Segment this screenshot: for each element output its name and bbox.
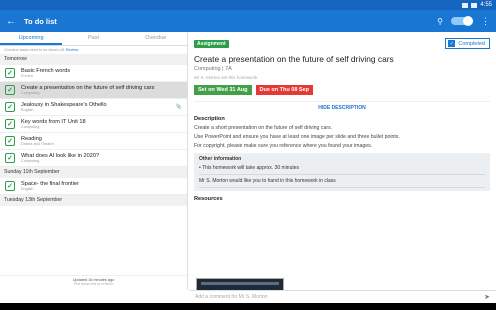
completed-label: Completed <box>458 40 485 47</box>
hide-description-button[interactable]: HIDE DESCRIPTION <box>194 101 490 111</box>
more-options-icon[interactable]: ⋮ <box>481 16 490 27</box>
checkbox-checked-icon[interactable]: ✓ <box>5 136 15 146</box>
show-completed-toggle[interactable] <box>451 16 473 26</box>
item-subject: Computing <box>21 91 40 95</box>
item-subject: English <box>21 187 34 191</box>
toggle-knob <box>463 16 473 26</box>
list-item[interactable]: ✓ Jealousy in Shakespeare's Othello Engl… <box>0 99 187 116</box>
resources-heading: Resources <box>194 196 223 202</box>
search-icon[interactable]: ⚲ <box>437 17 443 26</box>
homework-title: Create a presentation on the future of s… <box>194 54 394 64</box>
list-item[interactable]: ✓ What does AI look like in 2020? Comput… <box>0 150 187 167</box>
system-nav-bar <box>0 303 496 310</box>
thumbnail-bar <box>201 282 279 285</box>
list-item[interactable]: ✓ Key words from IT Unit 18 Computing <box>0 116 187 133</box>
back-arrow-icon[interactable]: ← <box>6 16 20 27</box>
section-header: Sunday 11th September <box>0 167 187 178</box>
notice-text: Overdue tasks need to be ticked off. <box>4 48 65 52</box>
checkbox-checked-icon[interactable]: ✓ <box>5 85 15 95</box>
checkbox-checked-icon[interactable]: ✓ <box>5 181 15 191</box>
description-line: Use PowerPoint and ensure you have at le… <box>194 134 400 140</box>
comment-input[interactable]: Add a comment for Mr S. Morton ➤ <box>189 290 496 303</box>
detail-pane: Assignment ✓ Completed Create a presenta… <box>188 32 496 290</box>
description-heading: Description <box>194 116 225 122</box>
description-line: Create a short presentation on the futur… <box>194 125 333 131</box>
item-subject: Drama and Theatre <box>21 142 54 146</box>
other-information-box: Other information • This homework will t… <box>194 153 490 191</box>
section-header: Tomorrow <box>0 54 187 65</box>
overdue-notice: Overdue tasks need to be ticked off. Rev… <box>0 46 187 54</box>
checkbox-checked-icon[interactable]: ✓ <box>5 102 15 112</box>
assignment-badge: Assignment <box>194 39 229 48</box>
other-information-item: • This homework will take approx. 30 min… <box>199 165 485 175</box>
other-information-item: Mr S. Morton would like you to hand in t… <box>199 178 485 188</box>
item-subject: French <box>21 74 33 78</box>
checkbox-checked-icon[interactable]: ✓ <box>5 119 15 129</box>
tab-overdue[interactable]: Overdue <box>125 32 187 45</box>
attachment-icon: 📎 <box>175 104 182 110</box>
updated-status: Updated 16 minutes ago Pull down list to… <box>0 275 187 290</box>
list-item[interactable]: ✓ Reading Drama and Theatre <box>0 133 187 150</box>
item-subject: English <box>21 108 34 112</box>
set-date-chip: Set on Wed 31 Aug <box>194 85 252 95</box>
checkbox-checked-icon[interactable]: ✓ <box>5 68 15 78</box>
refresh-hint: Pull down list to refresh <box>73 282 114 286</box>
task-list-pane: Upcoming Past Overdue Overdue tasks need… <box>0 32 188 290</box>
checkbox-checked-icon[interactable]: ✓ <box>5 153 15 163</box>
status-bar: 4:55 <box>0 0 496 10</box>
list-item[interactable]: ✓ Space- the final frontier English <box>0 178 187 195</box>
tab-bar: Upcoming Past Overdue <box>0 32 187 46</box>
resource-thumbnail[interactable] <box>196 278 284 290</box>
description-line: For copyright, please make sure you refe… <box>194 143 373 149</box>
clock: 4:55 <box>480 2 492 8</box>
comment-placeholder: Add a comment for Mr S. Morton <box>195 294 268 300</box>
send-icon[interactable]: ➤ <box>484 293 490 301</box>
tab-past[interactable]: Past <box>62 32 124 45</box>
completed-checkbox[interactable]: ✓ Completed <box>445 38 490 49</box>
set-by-text: Mr S. Morton set this homework <box>194 75 258 80</box>
list-item[interactable]: ✓ Basic French words French <box>0 65 187 82</box>
app-bar: ← To do list ⚲ ⋮ <box>0 10 496 32</box>
other-information-heading: Other information <box>199 156 242 162</box>
wifi-icon <box>462 2 469 8</box>
list-item-selected[interactable]: ✓ Create a presentation on the future of… <box>0 82 187 99</box>
checkbox-checked-icon: ✓ <box>448 40 456 47</box>
section-header: Tuesday 13th September <box>0 195 187 206</box>
review-link[interactable]: Review <box>66 48 78 52</box>
item-subject: Computing <box>21 125 40 129</box>
item-subject: Computing <box>21 159 40 163</box>
page-title: To do list <box>24 16 57 26</box>
battery-icon <box>471 2 478 8</box>
due-date-chip: Due on Thu 08 Sep <box>255 85 314 95</box>
tab-upcoming[interactable]: Upcoming <box>0 32 63 45</box>
homework-subject: Computing | 7A <box>194 66 232 72</box>
